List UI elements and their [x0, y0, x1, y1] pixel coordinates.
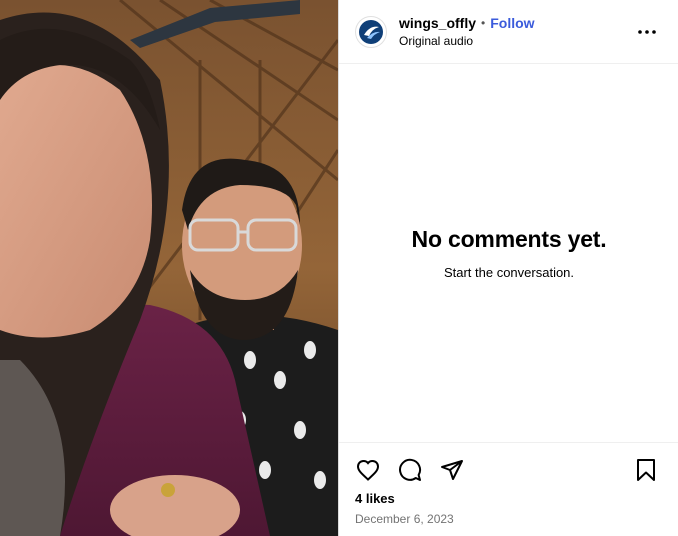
follow-button[interactable]: Follow [490, 15, 534, 31]
comments-empty-state: No comments yet. Start the conversation. [339, 64, 678, 442]
video-frame [0, 0, 338, 536]
likes-count[interactable]: 4 likes [355, 491, 395, 506]
post-media[interactable] [0, 0, 338, 536]
more-options-button[interactable] [637, 22, 657, 42]
post-date[interactable]: December 6, 2023 [355, 512, 454, 526]
comment-button[interactable] [397, 457, 423, 483]
username-link[interactable]: wings_offly [399, 15, 476, 31]
post-header: wings_offly • Follow Original audio [339, 0, 678, 64]
post-footer: 4 likes December 6, 2023 [339, 442, 678, 536]
bookmark-icon [637, 459, 655, 481]
like-button[interactable] [355, 457, 381, 483]
heart-icon [356, 459, 380, 481]
avatar[interactable] [355, 15, 387, 48]
post-panel: wings_offly • Follow Original audio No c… [338, 0, 678, 536]
empty-comments-subtitle: Start the conversation. [443, 265, 575, 280]
action-bar [355, 457, 465, 483]
save-button[interactable] [633, 457, 659, 483]
more-horizontal-icon [638, 30, 656, 34]
empty-comments-title: No comments yet. [411, 226, 607, 252]
separator-dot: • [481, 16, 486, 30]
share-icon [441, 460, 463, 480]
share-button[interactable] [439, 457, 465, 483]
comment-icon [399, 458, 422, 481]
wings-logo-icon [359, 19, 383, 44]
audio-link[interactable]: Original audio [399, 34, 535, 48]
